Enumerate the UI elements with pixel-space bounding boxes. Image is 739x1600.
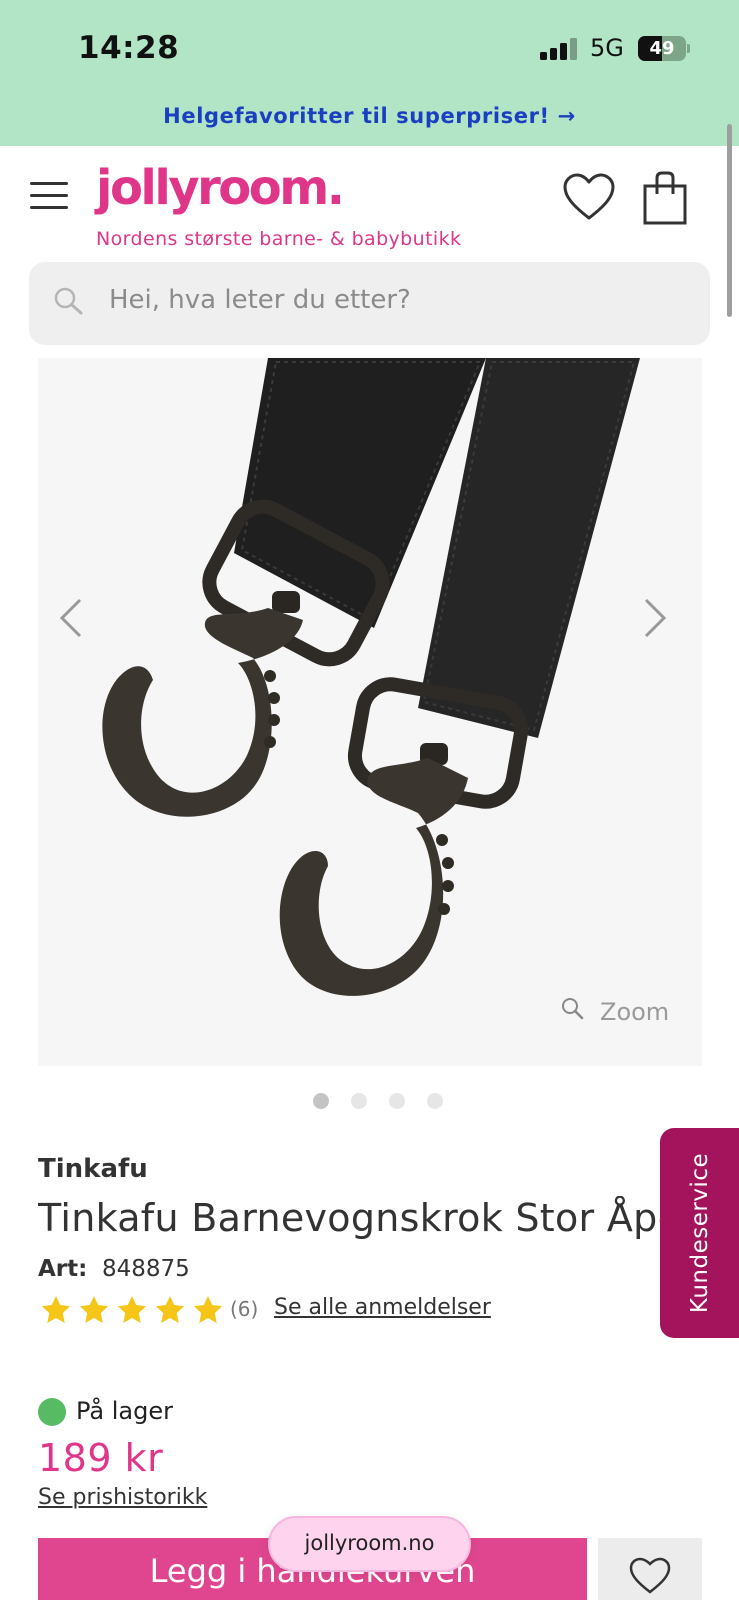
menu-icon[interactable]	[30, 182, 68, 210]
status-time: 14:28	[78, 30, 180, 66]
product-title: Tinkafu Barnevognskrok Stor Åpen	[38, 1196, 660, 1240]
article-value: 848875	[101, 1256, 190, 1282]
customer-service-tab[interactable]: Kundeservice	[660, 1128, 739, 1338]
price-history-link[interactable]: Se prishistorikk	[38, 1485, 207, 1510]
scrollbar[interactable]	[727, 124, 732, 317]
gallery-dot[interactable]	[427, 1093, 443, 1109]
zoom-label[interactable]: Zoom	[600, 998, 669, 1026]
product-title-wrap: Tinkafu Barnevognskrok Stor Åpen	[38, 1196, 660, 1248]
browser-url: jollyroom.no	[304, 1531, 435, 1555]
shopping-bag-icon[interactable]	[642, 170, 688, 226]
all-reviews-link[interactable]: Se alle anmeldelser	[274, 1295, 491, 1320]
customer-service-label: Kundeservice	[687, 1152, 713, 1314]
promo-text[interactable]: Helgefavoritter til superpriser! →	[0, 104, 739, 128]
site-logo[interactable]: jollyroom.	[96, 160, 345, 216]
article-label: Art:	[38, 1256, 88, 1282]
product-brand[interactable]: Tinkafu	[38, 1154, 148, 1184]
next-image-button[interactable]	[646, 590, 686, 650]
signal-icon	[540, 38, 578, 60]
star-icon	[194, 1296, 222, 1323]
star-icon	[156, 1296, 184, 1323]
star-icon	[118, 1296, 146, 1323]
gallery-dot[interactable]	[313, 1093, 329, 1109]
gallery-dot[interactable]	[389, 1093, 405, 1109]
article-number: Art: 848875	[38, 1256, 190, 1282]
in-stock-indicator	[38, 1398, 66, 1426]
heart-icon[interactable]	[562, 172, 616, 222]
stock-status: På lager	[76, 1397, 173, 1425]
browser-url-bar[interactable]: jollyroom.no	[268, 1516, 471, 1572]
battery-nub	[687, 44, 690, 53]
heart-outline-icon	[629, 1557, 671, 1594]
review-count: (6)	[230, 1297, 259, 1321]
battery-level: 49	[649, 38, 675, 59]
product-image[interactable]	[38, 358, 702, 1066]
product-price: 189 kr	[38, 1436, 164, 1480]
previous-image-button[interactable]	[56, 590, 96, 650]
battery-icon: 49	[638, 36, 686, 61]
star-icon	[42, 1296, 70, 1323]
add-to-wishlist-button[interactable]	[598, 1538, 702, 1600]
stroller-hook-illustration	[59, 358, 667, 996]
gallery-dot[interactable]	[351, 1093, 367, 1109]
search-input[interactable]: Hei, hva leter du etter?	[109, 285, 411, 315]
search-icon	[54, 287, 83, 315]
network-type: 5G	[590, 34, 624, 62]
star-icon	[80, 1296, 108, 1323]
tagline: Nordens største barne- & babybutikk	[96, 228, 462, 250]
